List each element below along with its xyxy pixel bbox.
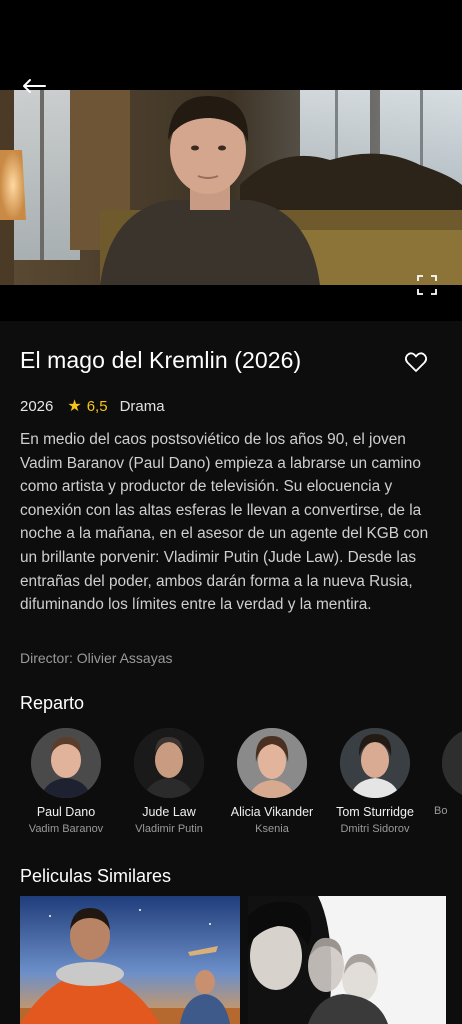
fullscreen-button[interactable] xyxy=(416,274,438,296)
cast-card[interactable]: Alicia Vikander Ksenia xyxy=(222,728,322,835)
cast-section-title: Reparto xyxy=(20,693,85,713)
back-button[interactable] xyxy=(20,72,48,100)
top-bar xyxy=(0,0,462,90)
cast-list[interactable]: Paul Dano Vadim Baranov Jude Law Vladimi… xyxy=(0,728,462,838)
fullscreen-icon xyxy=(417,275,437,295)
cast-role: Ksenia xyxy=(255,823,289,835)
heart-outline-icon xyxy=(404,352,428,372)
player-bottom-bar xyxy=(0,285,462,321)
movie-detail-screen: El mago del Kremlin (2026) 2026 ★ 6,5 Dr… xyxy=(0,0,462,1024)
cast-card[interactable]: Bo xyxy=(428,728,462,817)
cast-role: Dmitri Sidorov xyxy=(340,823,410,835)
cast-name: Tom Sturridge xyxy=(336,805,414,819)
avatar xyxy=(31,728,101,798)
cast-role: Vadim Baranov xyxy=(28,823,104,835)
hero-image[interactable] xyxy=(0,90,462,285)
avatar xyxy=(442,728,462,798)
star-icon: ★ xyxy=(67,398,82,415)
arrow-left-icon xyxy=(23,79,46,93)
movie-rating: ★ 6,5 xyxy=(67,396,107,416)
hero-scene-illustration xyxy=(0,90,462,285)
movie-genre: Drama xyxy=(119,397,165,415)
cast-name: Paul Dano xyxy=(36,805,96,819)
similar-section-title: Peliculas Similares xyxy=(20,866,172,886)
cast-name: Alicia Vikander xyxy=(230,805,314,819)
avatar xyxy=(237,728,307,798)
cast-card[interactable]: Paul Dano Vadim Baranov xyxy=(16,728,116,835)
cast-role: Bo xyxy=(434,805,448,817)
movie-year: 2026 xyxy=(20,397,54,415)
avatar xyxy=(340,728,410,798)
similar-movie-poster[interactable] xyxy=(248,896,446,1024)
avatar xyxy=(134,728,204,798)
cast-name: Jude Law xyxy=(142,805,196,819)
favorite-button[interactable] xyxy=(404,350,428,374)
movie-director: Director: Olivier Assayas xyxy=(20,650,173,666)
cast-role: Vladimir Putin xyxy=(135,823,203,835)
cast-card[interactable]: Jude Law Vladimir Putin xyxy=(119,728,219,835)
movie-synopsis: En medio del caos postsoviético de los a… xyxy=(20,431,429,614)
similar-movie-poster[interactable] xyxy=(20,896,240,1024)
movie-meta: 2026 ★ 6,5 Drama xyxy=(20,396,165,416)
movie-title: El mago del Kremlin (2026) xyxy=(20,347,302,373)
cast-card[interactable]: Tom Sturridge Dmitri Sidorov xyxy=(325,728,425,835)
rating-value: 6,5 xyxy=(86,397,108,415)
